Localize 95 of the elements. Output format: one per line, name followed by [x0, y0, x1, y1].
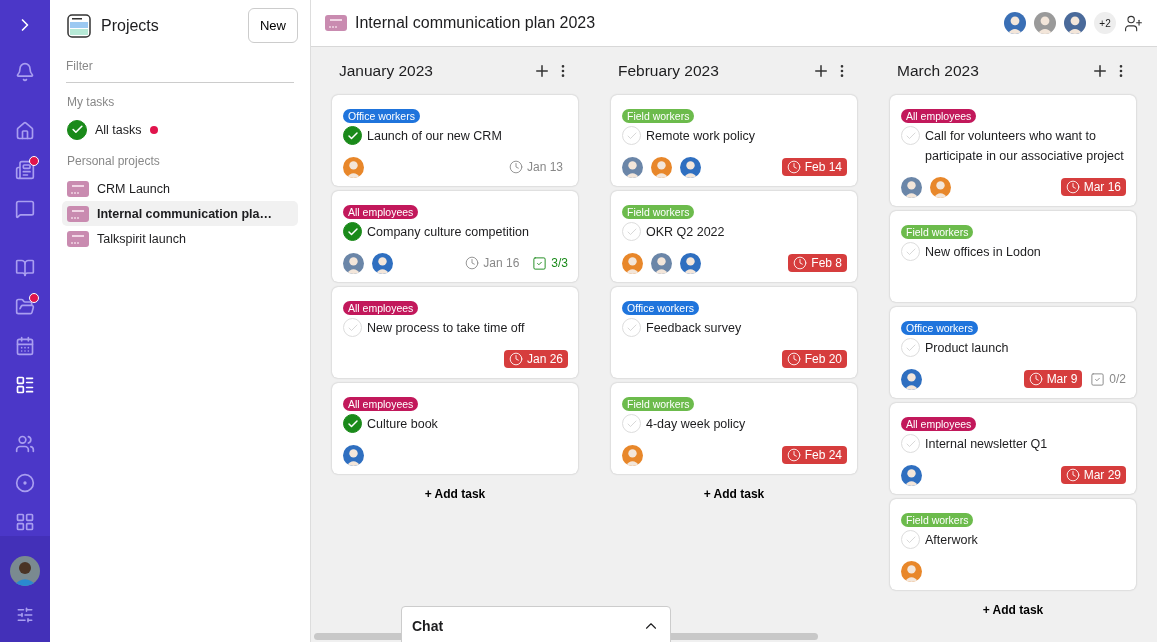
panel-title: Projects	[101, 16, 160, 35]
plus-icon[interactable]	[812, 62, 830, 80]
task-card[interactable]: All employees Company culture competition Jan 16 3/3	[332, 191, 578, 282]
task-card[interactable]: All employees Culture book	[332, 383, 578, 474]
tag: Field workers	[901, 513, 974, 527]
task-card[interactable]: All employees New process to take time off Jan 26	[332, 287, 578, 378]
tag: Office workers	[622, 301, 699, 315]
clock-icon	[793, 256, 808, 270]
projects-icon	[67, 13, 91, 38]
check-icon[interactable]	[343, 126, 362, 145]
tag: All employees	[343, 301, 419, 315]
clock-icon	[508, 160, 523, 174]
task-card[interactable]: All employees Internal newsletter Q1 Mar 29	[890, 403, 1136, 494]
clock-icon	[1065, 468, 1080, 482]
chat-title: Chat	[412, 618, 444, 634]
clock-icon	[786, 352, 801, 366]
tag: Field workers	[901, 225, 974, 239]
due-date: Mar 29	[1060, 466, 1126, 484]
task-title: Call for volunteers who want to participate in our associative project	[925, 128, 1125, 165]
project-icon	[67, 205, 89, 222]
section-heading: Personal projects	[67, 154, 161, 168]
due-date: Feb 24	[781, 446, 847, 464]
due-date: Jan 13	[503, 158, 568, 176]
task-title: Afterwork	[925, 532, 978, 549]
plus-icon[interactable]	[1091, 62, 1109, 80]
column-title: January 2023	[339, 62, 434, 80]
user-avatar[interactable]	[10, 556, 40, 586]
task-card[interactable]: Office workers Feedback survey Feb 20	[611, 287, 857, 378]
clock-icon	[508, 352, 523, 366]
task-title: Internal newsletter Q1	[925, 436, 1048, 453]
new-button[interactable]: New	[248, 8, 298, 43]
clock-icon	[786, 448, 801, 462]
task-card[interactable]: All employees Call for volunteers who want to participate in our associative project Mar 16	[890, 95, 1136, 206]
tag: Field workers	[622, 397, 695, 411]
task-card[interactable]: Field workers New offices in Lodon	[890, 211, 1136, 302]
all-tasks-item[interactable]: All tasks	[62, 117, 298, 142]
task-title: Remote work policy	[646, 128, 756, 145]
board-title: Internal communication plan 2023	[355, 14, 597, 32]
tag: Field workers	[622, 205, 695, 219]
task-title: Feedback survey	[646, 320, 742, 337]
task-title: OKR Q2 2022	[646, 224, 725, 241]
task-card[interactable]: Field workers Afterwork	[890, 499, 1136, 590]
checklist-count: 0/2	[1090, 371, 1126, 387]
clock-icon	[786, 160, 801, 174]
project-icon	[325, 15, 347, 31]
task-title: 4-day week policy	[646, 416, 746, 433]
column-title: February 2023	[618, 62, 720, 80]
task-title: New process to take time off	[367, 320, 525, 337]
clock-icon	[1065, 180, 1080, 194]
plus-icon[interactable]	[533, 62, 551, 80]
add-task-button[interactable]: + Add task	[418, 486, 492, 502]
task-card[interactable]: Field workers 4-day week policy Feb 24	[611, 383, 857, 474]
task-title: Launch of our new CRM	[367, 128, 502, 145]
project-item[interactable]: Internal communication pla…	[62, 201, 298, 226]
tag: All employees	[343, 397, 419, 411]
check-icon[interactable]	[343, 222, 362, 241]
tag: Field workers	[622, 109, 695, 123]
clock-icon	[1028, 372, 1043, 386]
task-card[interactable]: Field workers Remote work policy Feb 14	[611, 95, 857, 186]
add-task-button[interactable]: + Add task	[976, 602, 1050, 618]
tag: Office workers	[343, 109, 420, 123]
due-date: Mar 16	[1060, 178, 1126, 196]
task-card[interactable]: Office workers Launch of our new CRM Jan 13	[332, 95, 578, 186]
task-title: Product launch	[925, 340, 1009, 357]
due-date: Jan 16	[460, 254, 525, 272]
due-date: Jan 26	[503, 350, 568, 368]
tag: All employees	[901, 417, 977, 431]
due-date: Feb 20	[781, 350, 847, 368]
project-item[interactable]: CRM Launch	[62, 176, 298, 201]
checklist-count: 3/3	[532, 255, 568, 271]
add-task-button[interactable]: + Add task	[697, 486, 771, 502]
task-card[interactable]: Office workers Product launch Mar 9 0/2	[890, 307, 1136, 398]
checklist-icon	[1090, 371, 1106, 387]
task-title: Company culture competition	[367, 224, 529, 241]
tag: Office workers	[901, 321, 978, 335]
clock-icon	[465, 256, 480, 270]
task-title: Culture book	[367, 416, 438, 433]
project-icon	[67, 180, 89, 197]
checklist-icon	[532, 255, 548, 271]
project-icon	[67, 230, 89, 247]
task-title: New offices in Lodon	[925, 244, 1041, 261]
tag: All employees	[343, 205, 419, 219]
check-icon[interactable]	[343, 414, 362, 433]
chat-dialog[interactable]: Chat	[401, 606, 671, 642]
section-heading: My tasks	[67, 95, 116, 109]
due-date: Feb 14	[781, 158, 847, 176]
add-member-icon[interactable]	[1124, 13, 1143, 33]
task-card[interactable]: Field workers OKR Q2 2022 Feb 8	[611, 191, 857, 282]
project-item[interactable]: Talkspirit launch	[62, 226, 298, 251]
tag: All employees	[901, 109, 977, 123]
check-icon	[67, 119, 87, 140]
due-date: Feb 8	[788, 254, 847, 272]
due-date: Mar 9	[1023, 370, 1083, 388]
member-count[interactable]: +2	[1094, 12, 1116, 34]
column-title: March 2023	[897, 62, 980, 80]
